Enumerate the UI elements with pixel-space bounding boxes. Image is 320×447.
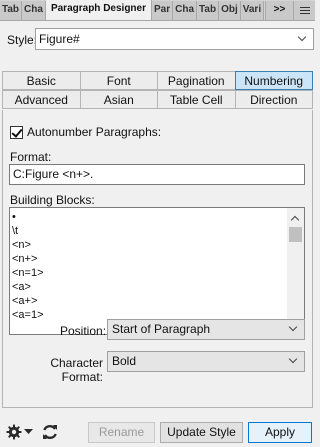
refresh-icon xyxy=(43,424,57,440)
list-scrollbar[interactable] xyxy=(287,208,304,334)
list-item[interactable]: \t xyxy=(12,224,284,238)
building-blocks-list[interactable]: • \t <n> <n+> <n=1> <a> <a+> <a=1> xyxy=(9,207,305,335)
chevron-down-icon xyxy=(288,354,298,364)
refresh-button[interactable] xyxy=(40,422,60,442)
panel-tab-par[interactable]: Par xyxy=(152,1,174,20)
tab-direction[interactable]: Direction xyxy=(234,90,313,109)
style-label: Style: xyxy=(7,33,38,47)
position-dropdown[interactable]: Start of Paragraph xyxy=(107,319,305,340)
panel-tab-cha-2[interactable]: Cha xyxy=(173,1,198,20)
apply-button[interactable]: Apply xyxy=(248,422,312,443)
chevron-down-icon xyxy=(297,32,307,42)
format-input[interactable]: C:Figure <n+>. xyxy=(9,164,305,185)
tab-font[interactable]: Font xyxy=(79,71,158,90)
panel-tab-strip: Tab Cha Paragraph Designer Par Cha Tab O… xyxy=(0,0,315,21)
character-format-dropdown[interactable]: Bold xyxy=(107,351,305,372)
list-item[interactable]: <a+> xyxy=(12,294,284,308)
position-dropdown-value: Start of Paragraph xyxy=(112,322,211,336)
rename-button[interactable]: Rename xyxy=(88,422,155,443)
hamburger-menu-icon[interactable] xyxy=(293,1,315,20)
update-style-button[interactable]: Update Style xyxy=(160,422,243,443)
scroll-up-icon[interactable] xyxy=(290,215,300,225)
section-tab-grid: Basic Font Pagination Numbering Advanced… xyxy=(2,71,313,109)
list-item[interactable]: <n> xyxy=(12,238,284,252)
building-blocks-label: Building Blocks: xyxy=(10,193,95,207)
tab-pagination[interactable]: Pagination xyxy=(157,71,236,90)
style-dropdown[interactable]: Figure# xyxy=(35,28,314,50)
position-label: Position: xyxy=(60,324,107,338)
tab-asian[interactable]: Asian xyxy=(79,90,158,109)
tab-advanced[interactable]: Advanced xyxy=(2,90,81,109)
format-label: Format: xyxy=(10,150,52,164)
character-format-value: Bold xyxy=(112,354,137,368)
panel-tab-obj[interactable]: Obj xyxy=(219,1,241,20)
list-item[interactable]: <n+> xyxy=(12,252,284,266)
autonumber-label: Autonumber Paragraphs: xyxy=(27,125,162,139)
tab-basic[interactable]: Basic xyxy=(2,71,81,90)
gear-icon xyxy=(6,424,22,440)
tab-overflow-button[interactable]: >> xyxy=(265,1,293,20)
autonumber-checkbox[interactable] xyxy=(10,125,23,139)
chevron-down-icon xyxy=(288,322,298,332)
tab-numbering[interactable]: Numbering xyxy=(234,71,313,90)
panel-tab-tab[interactable]: Tab xyxy=(0,1,23,20)
tab-table-cell[interactable]: Table Cell xyxy=(157,90,236,109)
dropdown-arrow-icon xyxy=(24,429,33,434)
style-dropdown-value: Figure# xyxy=(39,32,80,46)
scroll-thumb[interactable] xyxy=(289,227,302,242)
gear-menu-button[interactable] xyxy=(3,422,36,442)
list-item[interactable]: • xyxy=(12,210,284,224)
autonumber-row[interactable]: Autonumber Paragraphs: xyxy=(10,125,161,139)
panel-tab-vari[interactable]: Vari xyxy=(240,1,265,20)
character-format-label: Character Format: xyxy=(50,356,103,384)
panel-tab-tab-2[interactable]: Tab xyxy=(197,1,220,20)
list-item[interactable]: <a> xyxy=(12,280,284,294)
list-item[interactable]: <n=1> xyxy=(12,266,284,280)
panel-tab-paragraph-designer[interactable]: Paragraph Designer xyxy=(45,0,152,20)
panel-tab-cha[interactable]: Cha xyxy=(22,1,46,20)
